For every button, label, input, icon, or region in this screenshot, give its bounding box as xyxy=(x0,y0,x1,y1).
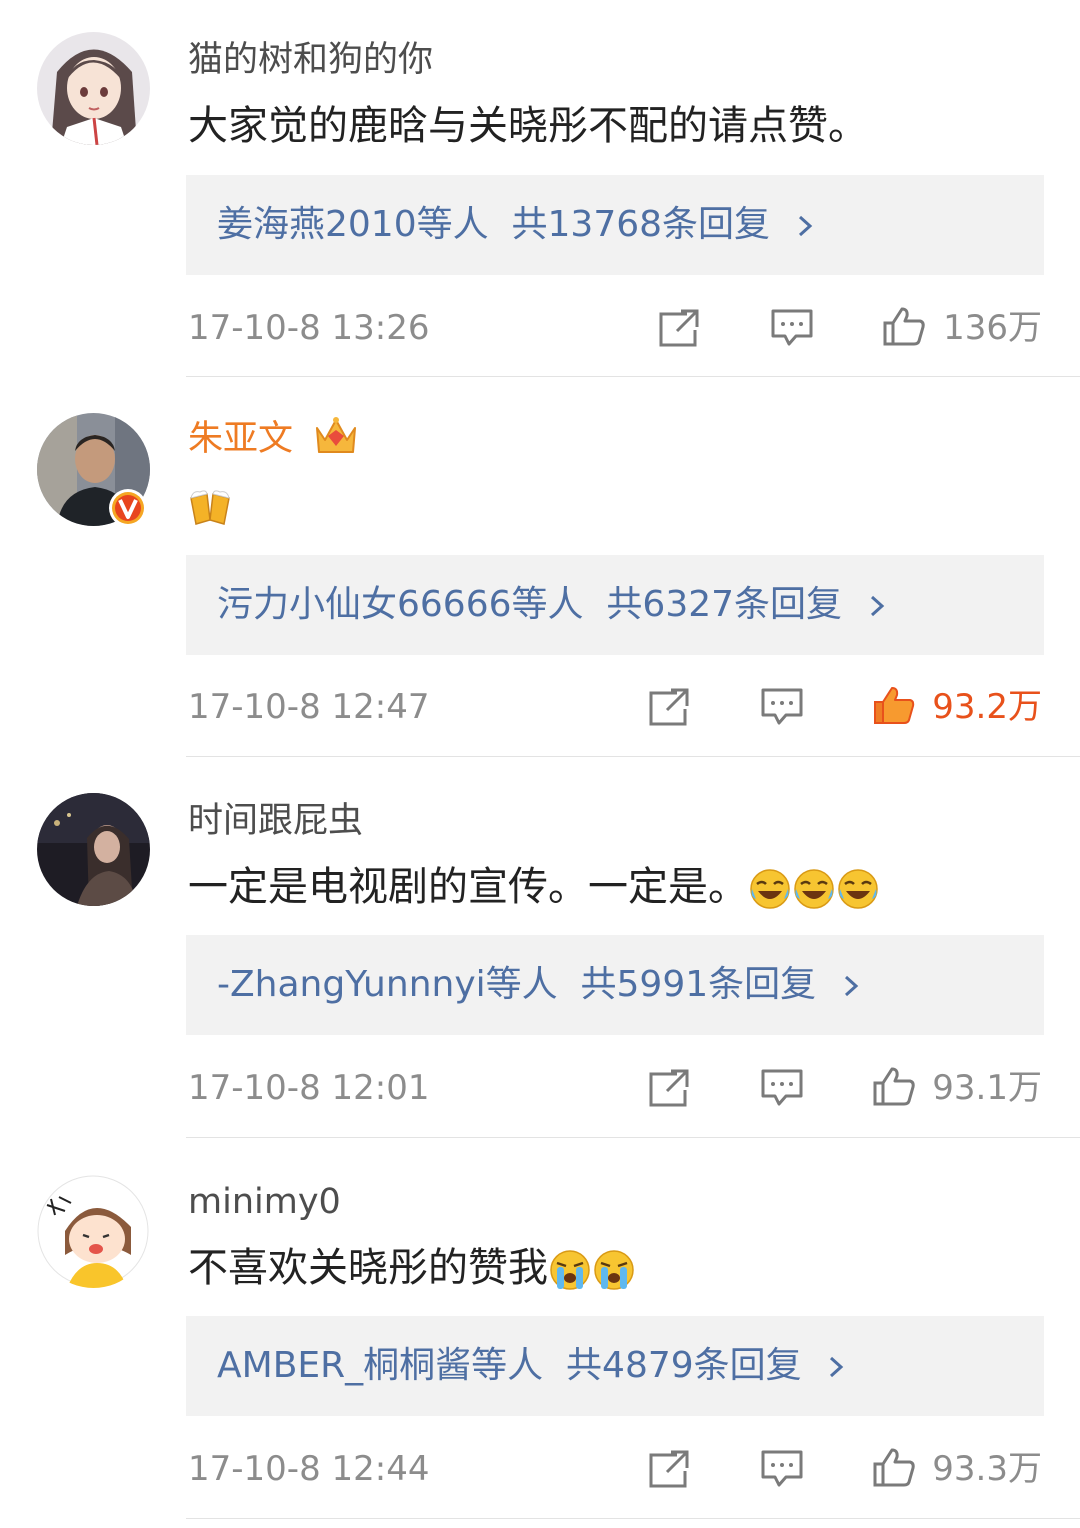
username[interactable]: 猫的树和狗的你 xyxy=(188,40,433,80)
comment-button[interactable] xyxy=(760,687,804,727)
reply-summary[interactable]: AMBER_桐桐酱等人 共4879条回复 xyxy=(217,1344,845,1388)
reply-users: 污力小仙女66666等人 xyxy=(217,584,584,625)
share-icon xyxy=(659,309,699,347)
reply-summary-box[interactable]: AMBER_桐桐酱等人 共4879条回复 xyxy=(186,1316,1044,1416)
chevron-right-icon xyxy=(830,1356,844,1378)
avatar[interactable] xyxy=(37,1175,150,1288)
reply-summary-box[interactable]: 污力小仙女66666等人 共6327条回复 xyxy=(186,555,1044,655)
laugh-cry-emoji xyxy=(750,869,790,909)
comment-time: 17-10-8 13:26 xyxy=(188,308,430,348)
like-button[interactable] xyxy=(872,685,916,725)
thumbs-up-icon xyxy=(873,1067,915,1106)
comment-text: 大家觉的鹿晗与关晓彤不配的请点赞。 xyxy=(188,103,868,149)
comment-button[interactable] xyxy=(760,1068,804,1108)
comment-item: 时间跟屁虫 一定是电视剧的宣传。一定是。 -ZhangYunnnyi等人 共59… xyxy=(0,757,1080,1138)
like-button[interactable] xyxy=(882,306,926,346)
avatar-anime-girl-image xyxy=(37,32,150,145)
comment-icon xyxy=(761,1450,803,1487)
username[interactable]: 朱亚文 xyxy=(188,419,293,459)
comment-button[interactable] xyxy=(760,1449,804,1489)
comment-item: minimy0 不喜欢关晓彤的赞我 AMBER_桐桐酱等人 共4879条回复 1… xyxy=(0,1138,1080,1528)
share-button[interactable] xyxy=(657,308,701,348)
chevron-right-icon xyxy=(870,595,884,617)
reply-summary[interactable]: 污力小仙女66666等人 共6327条回复 xyxy=(217,583,886,627)
vip-crown-icon xyxy=(316,417,356,453)
comment-text-content: 不喜欢关晓彤的赞我 xyxy=(188,1245,548,1291)
comment-icon xyxy=(761,688,803,725)
reply-summary-box[interactable]: -ZhangYunnnyi等人 共5991条回复 xyxy=(186,935,1044,1035)
comment-text-content: 一定是电视剧的宣传。一定是。 xyxy=(188,864,748,910)
comment-time: 17-10-8 12:47 xyxy=(188,687,430,727)
comment-text: 不喜欢关晓彤的赞我 xyxy=(188,1244,636,1292)
thumbs-up-icon xyxy=(873,1448,915,1487)
comment-item: 猫的树和狗的你 大家觉的鹿晗与关晓彤不配的请点赞。 姜海燕2010等人 共137… xyxy=(0,0,1080,377)
avatar-woman-night-photo-image xyxy=(37,793,150,906)
avatar-cartoon-girl-image xyxy=(37,1175,150,1288)
avatar[interactable] xyxy=(37,793,150,906)
comment-time: 17-10-8 12:01 xyxy=(188,1068,430,1108)
like-count: 93.2万 xyxy=(932,687,1042,727)
username[interactable]: minimy0 xyxy=(188,1182,341,1222)
laugh-cry-emoji xyxy=(838,869,878,909)
share-button[interactable] xyxy=(647,1068,691,1108)
reply-summary[interactable]: -ZhangYunnnyi等人 共5991条回复 xyxy=(217,963,860,1007)
reply-summary[interactable]: 姜海燕2010等人 共13768条回复 xyxy=(217,203,814,247)
comment-icon xyxy=(761,1069,803,1106)
reply-users: AMBER_桐桐酱等人 xyxy=(217,1345,544,1386)
comment-button[interactable] xyxy=(770,308,814,348)
reply-total: 共6327条回复 xyxy=(606,584,843,625)
like-button[interactable] xyxy=(872,1066,916,1106)
comment-text: 一定是电视剧的宣传。一定是。 xyxy=(188,863,880,911)
share-button[interactable] xyxy=(647,1449,691,1489)
like-count: 93.1万 xyxy=(932,1068,1042,1108)
chevron-right-icon xyxy=(798,215,812,237)
like-count: 136万 xyxy=(943,308,1042,348)
crying-emoji xyxy=(550,1250,590,1290)
like-button[interactable] xyxy=(872,1447,916,1487)
share-button[interactable] xyxy=(647,687,691,727)
divider xyxy=(186,1518,1080,1519)
reply-users: -ZhangYunnnyi等人 xyxy=(217,964,558,1005)
share-icon xyxy=(649,1069,689,1107)
reply-total: 共4879条回复 xyxy=(566,1345,802,1386)
reply-summary-box[interactable]: 姜海燕2010等人 共13768条回复 xyxy=(186,175,1044,275)
avatar[interactable] xyxy=(37,32,150,145)
like-count: 93.3万 xyxy=(932,1449,1042,1489)
share-icon xyxy=(649,1450,689,1488)
comment-item: 朱亚文 污力小仙女66666等人 共6327条回复 17-10-8 12:47 … xyxy=(0,377,1080,757)
reply-total: 共13768条回复 xyxy=(511,204,771,245)
verified-badge-icon xyxy=(109,489,147,527)
comment-icon xyxy=(771,309,813,346)
crying-emoji xyxy=(594,1250,634,1290)
comment-time: 17-10-8 12:44 xyxy=(188,1449,430,1489)
username[interactable]: 时间跟屁虫 xyxy=(188,801,363,841)
laugh-cry-emoji xyxy=(794,869,834,909)
share-icon xyxy=(649,688,689,726)
thumbs-up-icon xyxy=(883,307,925,346)
chevron-right-icon xyxy=(844,975,858,997)
reply-users: 姜海燕2010等人 xyxy=(217,204,489,245)
reply-total: 共5991条回复 xyxy=(580,964,817,1005)
cheers-beer-emoji xyxy=(190,490,230,525)
thumbs-up-liked-icon xyxy=(874,687,915,724)
